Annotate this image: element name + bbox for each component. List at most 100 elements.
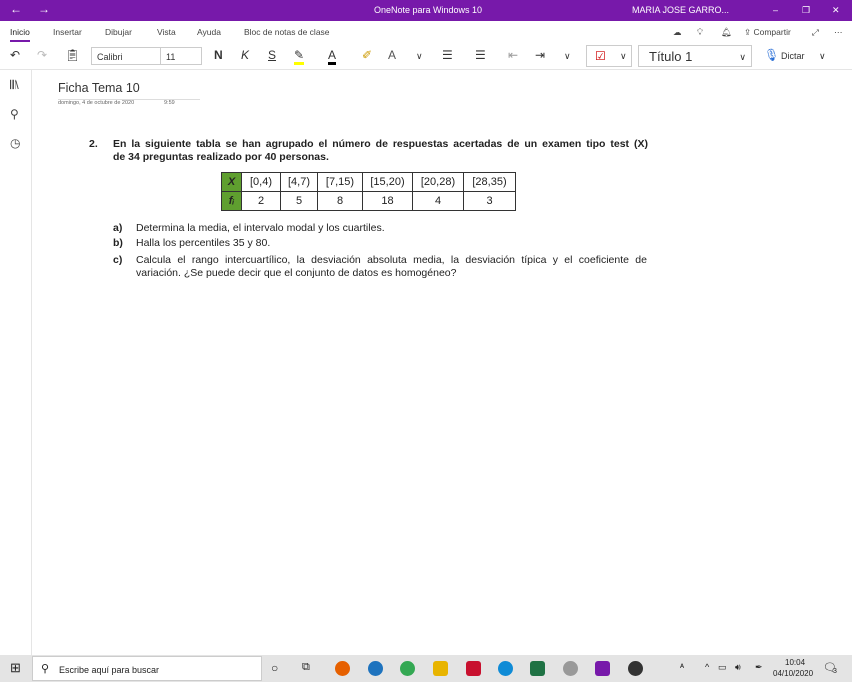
window-title: OneNote para Windows 10 bbox=[374, 5, 483, 15]
ribbon-tabs: Inicio Insertar Dibujar Vista Ayuda Bloc… bbox=[0, 21, 852, 42]
table-cell: 8 bbox=[317, 191, 363, 211]
tab-insertar[interactable]: Insertar bbox=[53, 27, 82, 37]
tab-bloc-de-notas-de-clase[interactable]: Bloc de notas de clase bbox=[244, 27, 330, 37]
share-label: Compartir bbox=[753, 27, 791, 37]
expand-icon[interactable]: ⤢ bbox=[812, 27, 819, 38]
font-size-input[interactable]: 11 bbox=[160, 47, 202, 65]
outdent-icon[interactable]: ⇤ bbox=[508, 48, 518, 62]
firefox-icon[interactable] bbox=[335, 661, 350, 676]
item-c-label: c) bbox=[113, 254, 123, 266]
numbered-list-icon[interactable]: ☰ bbox=[475, 48, 486, 62]
format-painter-icon[interactable]: ✐ bbox=[362, 48, 372, 62]
taskbar-search[interactable]: ⚲ Escribe aquí para buscar bbox=[32, 656, 262, 681]
share-button[interactable]: ⇪ Compartir bbox=[744, 27, 791, 38]
chevron-down-icon: ∨ bbox=[739, 52, 746, 62]
left-rail: 𝄃𝄃\ ⚲ ◷ bbox=[0, 70, 32, 655]
notification-count: 3 bbox=[833, 668, 837, 675]
onenote-icon[interactable] bbox=[595, 661, 610, 676]
clear-format-icon[interactable]: A bbox=[388, 48, 396, 62]
table-cell: 5 bbox=[280, 191, 318, 211]
user-name[interactable]: MARIA JOSE GARRO... bbox=[632, 5, 729, 15]
table-cell: [28,35) bbox=[463, 172, 516, 192]
table-cell: [7,15) bbox=[317, 172, 363, 192]
table-cell: [15,20) bbox=[362, 172, 413, 192]
recent-icon[interactable]: ◷ bbox=[10, 136, 20, 150]
microphone-icon[interactable]: 🎙︎ bbox=[764, 48, 779, 62]
redo-icon[interactable]: ↷ bbox=[37, 48, 47, 62]
windows-start-icon[interactable]: ⊞ bbox=[10, 660, 21, 676]
item-b-text: Halla los percentiles 35 y 80. bbox=[136, 237, 271, 249]
forward-button[interactable]: → bbox=[38, 2, 50, 16]
maximize-button[interactable]: ❐ bbox=[802, 5, 810, 16]
dictate-button[interactable]: Dictar bbox=[781, 51, 805, 61]
tray-chevron-icon[interactable]: ^ bbox=[705, 662, 709, 672]
style-select[interactable]: Título 1 ∨ bbox=[638, 45, 752, 67]
taskbar: ⊞ ⚲ Escribe aquí para buscar ○ ⧉ ᴬ ^ ▭ 🔊… bbox=[0, 655, 852, 682]
tab-ayuda[interactable]: Ayuda bbox=[197, 27, 221, 37]
header-x: X bbox=[221, 172, 242, 192]
item-a-label: a) bbox=[113, 222, 123, 234]
item-c-text: Calcula el rango intercuartílico, la des… bbox=[136, 254, 647, 266]
chevron-down-icon[interactable]: ∨ bbox=[819, 51, 826, 62]
bell-icon[interactable]: 🔔︎ bbox=[721, 27, 732, 38]
toolbar: ↶ ↷ 📋︎ Calibri 11 N K S ✎ A ✐ A ∨ ☰ ☰ ⇤ … bbox=[0, 42, 852, 70]
clipboard-icon[interactable]: 📋︎ bbox=[65, 48, 80, 62]
item-b-label: b) bbox=[113, 237, 123, 249]
close-button[interactable]: ✕ bbox=[832, 5, 840, 16]
question-text: En la siguiente tabla se han agrupado el… bbox=[113, 138, 648, 150]
item-c-text-2: variación. ¿Se puede decir que el conjun… bbox=[136, 267, 457, 279]
item-a-text: Determina la media, el intervalo modal y… bbox=[136, 222, 385, 234]
page-title[interactable]: Ficha Tema 10 bbox=[58, 81, 140, 95]
font-name-input[interactable]: Calibri bbox=[91, 47, 161, 65]
clock-date[interactable]: 04/10/2020 bbox=[773, 669, 813, 678]
bullet-list-icon[interactable]: ☰ bbox=[442, 48, 453, 62]
font-color-button[interactable]: A bbox=[328, 48, 337, 65]
underline-button[interactable]: S bbox=[268, 48, 276, 62]
search-icon[interactable]: ⚲ bbox=[10, 107, 19, 121]
tab-dibujar[interactable]: Dibujar bbox=[105, 27, 132, 37]
network-icon[interactable]: ▭ bbox=[718, 662, 727, 673]
obs-icon[interactable] bbox=[628, 661, 643, 676]
table-cell: [20,28) bbox=[412, 172, 464, 192]
people-icon[interactable]: ᴬ bbox=[680, 662, 684, 672]
table-cell: 3 bbox=[463, 191, 516, 211]
undo-icon[interactable]: ↶ bbox=[10, 48, 20, 62]
internet-explorer-icon[interactable] bbox=[368, 661, 383, 676]
edge-icon[interactable] bbox=[498, 661, 513, 676]
checkbox-icon: ☑ bbox=[595, 49, 606, 63]
question-number: 2. bbox=[89, 138, 98, 150]
chrome-icon[interactable] bbox=[400, 661, 415, 676]
notebooks-icon[interactable]: 𝄃𝄃\ bbox=[10, 78, 19, 93]
tab-vista[interactable]: Vista bbox=[157, 27, 176, 37]
todo-tag-button[interactable]: ☑ ∨ bbox=[586, 45, 632, 67]
chevron-down-icon: ∨ bbox=[620, 51, 627, 61]
paint-icon[interactable] bbox=[563, 661, 578, 676]
back-button[interactable]: ← bbox=[10, 2, 22, 16]
lightbulb-icon[interactable]: 💡︎ bbox=[697, 27, 703, 38]
table-cell: [4,7) bbox=[280, 172, 318, 192]
cortana-icon[interactable]: ○ bbox=[271, 661, 278, 675]
clock-time[interactable]: 10:04 bbox=[785, 658, 805, 667]
question-text-2: de 34 preguntas realizado por 40 persona… bbox=[113, 151, 329, 163]
task-view-icon[interactable]: ⧉ bbox=[302, 661, 310, 674]
page-time: 9:59 bbox=[164, 100, 175, 106]
highlight-icon[interactable]: ✎ bbox=[294, 48, 305, 65]
volume-icon[interactable]: 🔊︎ bbox=[735, 662, 741, 673]
chevron-down-icon[interactable]: ∨ bbox=[564, 51, 571, 62]
indent-icon[interactable]: ⇥ bbox=[535, 48, 545, 62]
header-f: fᵢ bbox=[221, 191, 242, 211]
chevron-down-icon[interactable]: ∨ bbox=[416, 51, 423, 62]
table-cell: 18 bbox=[362, 191, 413, 211]
acrobat-icon[interactable] bbox=[466, 661, 481, 676]
tab-inicio[interactable]: Inicio bbox=[10, 27, 30, 42]
more-icon[interactable]: ⋯ bbox=[834, 27, 843, 38]
table-row: X [0,4) [4,7) [7,15) [15,20) [20,28) [28… bbox=[221, 172, 516, 192]
italic-button[interactable]: K bbox=[241, 48, 249, 62]
excel-icon[interactable] bbox=[530, 661, 545, 676]
page-date: domingo, 4 de octubre de 2020 bbox=[58, 100, 135, 106]
pen-icon[interactable]: ✒ bbox=[755, 662, 763, 673]
bold-button[interactable]: N bbox=[214, 48, 223, 62]
minimize-button[interactable]: – bbox=[773, 5, 778, 15]
file-explorer-icon[interactable] bbox=[433, 661, 448, 676]
sync-icon[interactable]: ☁ bbox=[673, 27, 682, 38]
